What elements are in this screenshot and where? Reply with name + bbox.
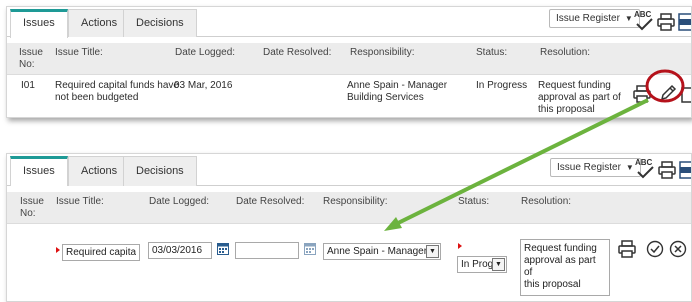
- excel-export-icon[interactable]: [678, 13, 692, 31]
- col-resolution: Resolution:: [521, 196, 572, 207]
- resolution: Request funding approval as part of this…: [538, 80, 621, 116]
- col-responsibility: Responsibility:: [350, 47, 415, 58]
- issue-title-line1: Required capital funds have: [55, 80, 179, 91]
- col-date-resolved: Date Resolved:: [263, 47, 332, 58]
- spellcheck-icon[interactable]: ABC: [634, 11, 654, 31]
- table-row: I01 Required capital funds have not been…: [7, 76, 692, 117]
- resolution-line3: this proposal: [538, 104, 595, 115]
- required-marker: [458, 243, 462, 249]
- tab-bar: Issues Actions Decisions Issue Register ▼…: [7, 7, 692, 38]
- date-logged: 03 Mar, 2016: [174, 80, 233, 91]
- row-print-icon[interactable]: [618, 240, 636, 258]
- issue-no: I01: [21, 80, 35, 91]
- chevron-down-icon: ▼: [624, 14, 633, 23]
- issue-register-label: Issue Register: [557, 162, 621, 173]
- status-select[interactable]: In Prog ▼: [457, 256, 507, 273]
- calendar-icon[interactable]: [217, 242, 229, 255]
- col-date-resolved: Date Resolved:: [236, 196, 305, 207]
- edit-pencil-icon[interactable]: [658, 83, 678, 103]
- delete-icon[interactable]: [679, 85, 692, 103]
- col-status: Status:: [458, 196, 490, 207]
- responsibility-value: Anne Spain - Manager E: [327, 246, 437, 257]
- chevron-down-icon: ▼: [426, 245, 439, 258]
- resolution-line1: Request funding: [524, 243, 597, 254]
- tab-actions[interactable]: Actions: [68, 156, 131, 186]
- col-issue-no-line1: Issue: [19, 47, 43, 58]
- col-issue-no-line1: Issue: [20, 196, 44, 207]
- edit-row: Anne Spain - Manager E ▼ In Prog ▼ Reque…: [7, 226, 691, 301]
- tab-issues[interactable]: Issues: [10, 156, 68, 186]
- responsibility-line2: Building Services: [347, 92, 424, 103]
- col-status: Status:: [476, 47, 508, 58]
- issue-title-line2: not been budgeted: [55, 92, 139, 103]
- col-date-logged: Date Logged:: [149, 196, 210, 207]
- col-issue-no: Issue No:: [19, 47, 43, 71]
- row-print-icon[interactable]: [633, 85, 651, 103]
- responsibility: Anne Spain - Manager Building Services: [347, 80, 447, 104]
- required-marker: [56, 247, 60, 253]
- resolution-textarea[interactable]: Request funding approval as part of this…: [520, 239, 610, 296]
- tab-issues[interactable]: Issues: [10, 9, 68, 38]
- table-header: Issue No: Issue Title: Date Logged: Date…: [7, 43, 691, 75]
- issue-title-input[interactable]: [62, 244, 140, 261]
- resolution-line2: approval as part of: [538, 92, 621, 103]
- chevron-down-icon: ▼: [492, 258, 505, 271]
- resolution-line2: approval as part of: [524, 255, 596, 278]
- tab-decisions[interactable]: Decisions: [123, 9, 197, 37]
- date-resolved-input[interactable]: [235, 242, 299, 259]
- col-issue-no-line2: No:: [20, 208, 36, 219]
- table-header: Issue No: Issue Title: Date Logged: Date…: [7, 192, 691, 224]
- col-responsibility: Responsibility:: [323, 196, 388, 207]
- issue-register-label: Issue Register: [556, 13, 620, 24]
- resolution-line3: this proposal: [524, 279, 581, 290]
- print-icon[interactable]: [658, 161, 676, 179]
- save-check-icon[interactable]: [646, 240, 664, 258]
- resolution-line1: Request funding: [538, 80, 611, 91]
- col-issue-no-line2: No:: [19, 59, 35, 70]
- date-logged-input[interactable]: [148, 242, 212, 259]
- issue-register-select[interactable]: Issue Register ▼: [549, 9, 640, 28]
- issue-register-select[interactable]: Issue Register ▼: [550, 158, 641, 177]
- status-value: In Prog: [461, 259, 494, 270]
- print-icon[interactable]: [657, 13, 675, 31]
- col-issue-no: Issue No:: [20, 196, 44, 220]
- cancel-x-icon[interactable]: [669, 240, 687, 258]
- excel-export-icon[interactable]: [679, 161, 692, 179]
- status: In Progress: [476, 80, 528, 91]
- tab-bar-edit: Issues Actions Decisions Issue Register ▼…: [7, 154, 691, 186]
- col-resolution: Resolution:: [540, 47, 591, 58]
- issues-panel-view: Issues Actions Decisions Issue Register ▼…: [6, 6, 692, 118]
- chevron-down-icon: ▼: [625, 163, 634, 172]
- calendar-icon[interactable]: [304, 242, 316, 255]
- responsibility-select[interactable]: Anne Spain - Manager E ▼: [323, 243, 441, 260]
- tab-actions[interactable]: Actions: [68, 9, 131, 37]
- col-issue-title: Issue Title:: [56, 196, 104, 207]
- issue-title: Required capital funds have not been bud…: [55, 80, 179, 104]
- issues-panel-edit: Issues Actions Decisions Issue Register ▼…: [6, 153, 692, 302]
- responsibility-line1: Anne Spain - Manager: [347, 80, 448, 91]
- col-date-logged: Date Logged:: [175, 47, 236, 58]
- col-issue-title: Issue Title:: [55, 47, 103, 58]
- tab-decisions[interactable]: Decisions: [123, 156, 197, 186]
- spellcheck-icon[interactable]: ABC: [635, 159, 655, 179]
